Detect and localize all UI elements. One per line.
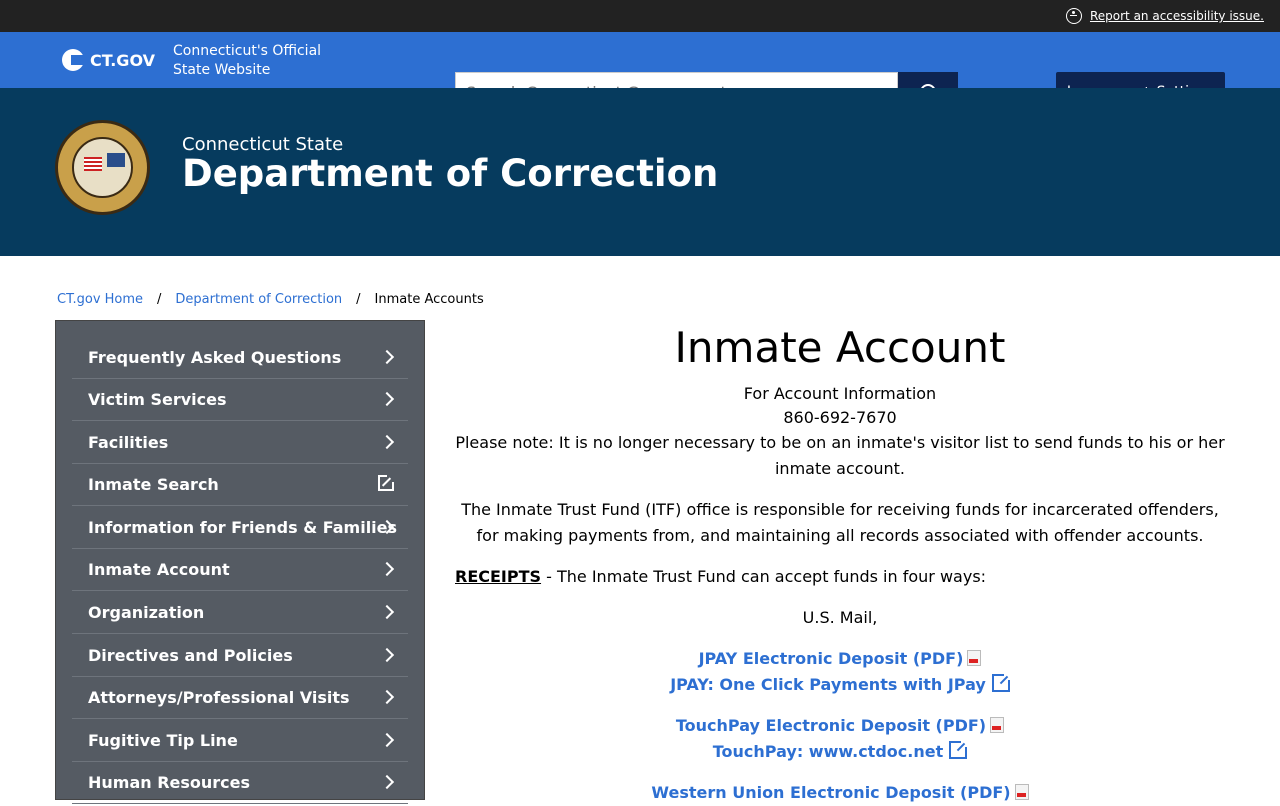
receipts-label: RECEIPTS bbox=[455, 567, 542, 586]
sidebar-item-label: Directives and Policies bbox=[88, 646, 293, 665]
sidebar-item-label: Victim Services bbox=[88, 390, 227, 409]
department-seal-logo bbox=[55, 120, 150, 215]
breadcrumb: CT.gov Home / Department of Correction /… bbox=[57, 292, 484, 307]
chevron-right-icon bbox=[379, 391, 395, 407]
pdf-icon bbox=[1014, 784, 1029, 800]
breadcrumb-separator: / bbox=[157, 292, 162, 307]
external-link-icon bbox=[378, 473, 396, 491]
chevron-right-icon bbox=[379, 561, 395, 577]
accessibility-icon bbox=[1065, 8, 1082, 24]
ct-gov-logo[interactable]: CT.GOV bbox=[62, 49, 155, 71]
breadcrumb-department[interactable]: Department of Correction bbox=[175, 292, 342, 307]
sidebar-item-label: Attorneys/Professional Visits bbox=[88, 688, 350, 707]
sidebar-item-label: Inmate Account bbox=[88, 560, 230, 579]
agency-banner: Connecticut State Department of Correcti… bbox=[0, 88, 1280, 256]
pdf-icon bbox=[990, 717, 1005, 733]
sidebar-item-human-resources[interactable]: Human Resources bbox=[72, 762, 408, 804]
sidebar-item-directives[interactable]: Directives and Policies bbox=[72, 635, 408, 677]
itf-description: The Inmate Trust Fund (ITF) office is re… bbox=[461, 500, 1219, 545]
sidebar-item-inmate-search[interactable]: Inmate Search bbox=[72, 464, 408, 506]
external-link-icon bbox=[991, 672, 1012, 692]
utility-bar: Report an accessibility issue. bbox=[0, 0, 1280, 32]
sidebar-item-label: Information for Friends & Families bbox=[88, 518, 398, 537]
ct-logo-icon bbox=[62, 49, 84, 71]
sidebar-item-label: Fugitive Tip Line bbox=[88, 731, 238, 750]
chevron-right-icon bbox=[379, 732, 395, 748]
jpay-one-click-link[interactable]: JPAY: One Click Payments with JPay bbox=[670, 675, 986, 694]
sidebar-item-facilities[interactable]: Facilities bbox=[72, 422, 408, 464]
pdf-icon bbox=[967, 650, 982, 666]
sidebar-item-faq[interactable]: Frequently Asked Questions bbox=[72, 337, 408, 379]
accessibility-report-text: Report an accessibility issue. bbox=[1089, 9, 1264, 23]
chevron-right-icon bbox=[379, 647, 395, 663]
ct-gov-header: CT.GOV Connecticut's Official State Webs… bbox=[0, 32, 1280, 112]
receipts-paragraph: RECEIPTS - The Inmate Trust Fund can acc… bbox=[455, 564, 1225, 590]
breadcrumb-current: Inmate Accounts bbox=[374, 292, 484, 307]
sidebar-item-victim-services[interactable]: Victim Services bbox=[72, 379, 408, 421]
sidebar-item-attorneys[interactable]: Attorneys/Professional Visits bbox=[72, 677, 408, 719]
account-info-label: For Account Information bbox=[743, 384, 937, 403]
visitor-list-note: Please note: It is no longer necessary t… bbox=[455, 433, 1225, 478]
western-union-pdf-link[interactable]: Western Union Electronic Deposit (PDF) bbox=[651, 783, 1010, 802]
us-mail-text: U.S. Mail, bbox=[802, 608, 878, 627]
account-phone: 860-692-7670 bbox=[783, 408, 897, 427]
accessibility-report-link[interactable]: Report an accessibility issue. bbox=[1065, 0, 1264, 32]
breadcrumb-home[interactable]: CT.gov Home bbox=[57, 292, 143, 307]
sidebar-item-organization[interactable]: Organization bbox=[72, 592, 408, 634]
ct-tagline: Connecticut's Official State Website bbox=[173, 43, 322, 78]
ct-logo-text: CT.GOV bbox=[90, 50, 155, 70]
sidebar-item-friends-families[interactable]: Information for Friends & Families bbox=[72, 507, 408, 549]
chevron-right-icon bbox=[379, 349, 395, 365]
sidebar-item-label: Human Resources bbox=[88, 773, 251, 792]
external-link-icon bbox=[949, 739, 970, 759]
sidebar-nav: Frequently Asked Questions Victim Servic… bbox=[55, 320, 425, 804]
sidebar-item-inmate-account[interactable]: Inmate Account bbox=[72, 549, 408, 591]
sidebar-item-label: Inmate Search bbox=[88, 475, 219, 494]
chevron-right-icon bbox=[379, 604, 395, 620]
page-title: Inmate Account bbox=[674, 323, 1006, 372]
chevron-right-icon bbox=[379, 689, 395, 705]
touchpay-web-link[interactable]: TouchPay: www.ctdoc.net bbox=[713, 742, 943, 761]
chevron-right-icon bbox=[379, 774, 395, 790]
sidebar-item-label: Facilities bbox=[88, 433, 169, 452]
breadcrumb-separator: / bbox=[356, 292, 361, 307]
sidebar-item-label: Frequently Asked Questions bbox=[88, 348, 342, 367]
sidebar-item-label: Organization bbox=[88, 603, 205, 622]
chevron-right-icon bbox=[379, 434, 395, 450]
receipts-text: - The Inmate Trust Fund can accept funds… bbox=[541, 567, 987, 586]
jpay-pdf-link[interactable]: JPAY Electronic Deposit (PDF) bbox=[699, 649, 964, 668]
main-content: Inmate Account For Account Information 8… bbox=[455, 320, 1225, 806]
sidebar-item-fugitive-tip[interactable]: Fugitive Tip Line bbox=[72, 720, 408, 762]
touchpay-pdf-link[interactable]: TouchPay Electronic Deposit (PDF) bbox=[676, 716, 986, 735]
agency-title: Department of Correction bbox=[182, 152, 719, 195]
